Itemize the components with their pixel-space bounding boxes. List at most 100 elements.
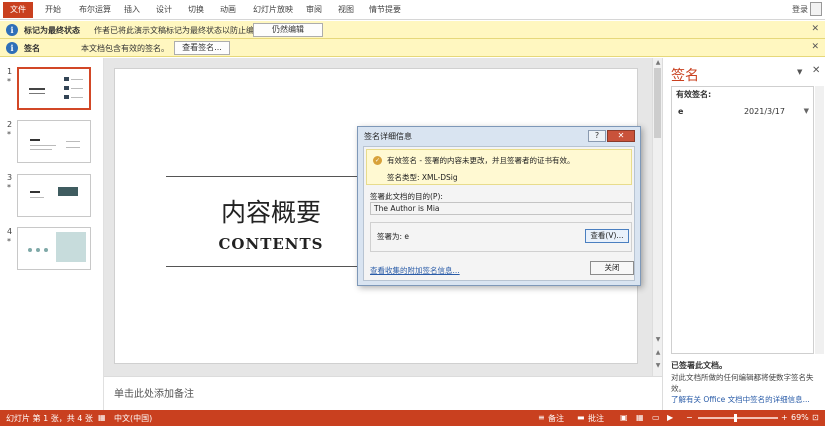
thumb-mini-dot [44,248,48,252]
slide-subtitle[interactable]: CONTENTS [166,235,376,253]
thumb-mini-line [30,145,56,146]
tab-file[interactable]: 文件 [3,2,33,18]
slideshow-icon[interactable]: ▶ [667,413,673,422]
tab-transitions[interactable]: 切换 [188,4,204,15]
reading-view-icon[interactable]: ▭ [652,413,660,422]
slide-thumbnail-2[interactable] [17,120,91,163]
fit-to-window-icon[interactable]: ⊡ [812,413,819,422]
dialog-title: 签名详细信息 [364,132,412,141]
signature-dropdown-icon[interactable]: ▼ [804,107,809,115]
signature-signer[interactable]: e [678,107,683,116]
thumb-mini-title [30,139,40,141]
close-icon[interactable]: ✕ [812,65,820,76]
thumb-mini-dot [36,248,40,252]
tab-animations[interactable]: 动画 [220,4,236,15]
thumb-mini-dot [28,248,32,252]
info-icon: i [6,42,18,54]
thumbnail-number: 2 [7,120,13,129]
view-certificate-button[interactable]: 查看(V)... [585,229,629,243]
tab-storyboard[interactable]: 情节提要 [369,4,401,15]
thumbnail-number: 4 [7,227,13,236]
signature-pane: 签名 ▼ ✕ 有效签名: e 2021/3/17 ▼ 已签署此文档。 对此文档所… [662,58,825,410]
chevron-down-icon[interactable]: ▼ [797,68,802,76]
zoom-out-icon[interactable]: − [686,413,693,422]
normal-view-icon[interactable]: ▣ [620,413,628,422]
help-button[interactable]: ? [588,130,606,142]
dialog-body: ✓ 有效签名 - 签署的内容未更改，并且签署者的证书有效。 签名类型: XML-… [363,146,635,281]
signature-details-dialog: 签名详细信息 ? ✕ ✓ 有效签名 - 签署的内容未更改，并且签署者的证书有效。… [357,126,641,286]
validity-banner: ✓ 有效签名 - 签署的内容未更改，并且签署者的证书有效。 签名类型: XML-… [366,149,632,185]
spellcheck-icon[interactable]: ▦ [98,413,106,422]
thumb-mini-title [29,88,45,90]
signer-label: 签署为: e [377,232,410,241]
signature-type: 签名类型: XML-DSig [387,173,458,182]
ribbon-tab-bar: 文件 开始 布尔运算 插入 设计 切换 动画 幻灯片放映 审阅 视图 情节提要 … [0,0,825,20]
signature-date[interactable]: 2021/3/17 [744,107,785,116]
tab-insert[interactable]: 插入 [124,4,140,15]
close-icon[interactable]: ✕ [811,24,819,34]
slide-thumbnail-pane: 1 * 2 * 3 * 4 * [0,58,104,410]
tab-design[interactable]: 设计 [156,4,172,15]
thumb-mini-line [30,197,44,198]
thumb-mini-icon [64,95,69,99]
tab-boolean[interactable]: 布尔运算 [79,4,111,15]
title-rule-top [166,176,376,177]
slide-scrollbar[interactable]: ▲ ▼ ▲ ▼ [652,58,662,376]
thumbnail-number: 3 [7,173,13,182]
signature-list-scrollbar[interactable] [815,86,824,354]
thumb-mini-line [71,97,83,98]
view-signatures-button[interactable]: 查看签名... [174,41,230,55]
thumb-mini-line [30,149,52,150]
zoom-slider[interactable] [698,417,778,419]
thumb-mini-line [71,79,83,80]
tab-slideshow[interactable]: 幻灯片放映 [253,4,293,15]
thumbnail-marker: * [7,130,11,139]
message-bar-text: 作者已将此演示文稿标记为最终状态以防止编辑。 [94,26,270,35]
language-status[interactable]: 中文(中国) [114,413,152,424]
notes-placeholder[interactable]: 单击此处添加备注 [114,385,194,400]
thumb-mini-title [30,191,40,193]
signed-document-note: 对此文档所做的任何编辑都将使数字签名失效。 [671,373,814,393]
scrollbar-thumb[interactable] [654,68,661,138]
slide-thumbnail-1[interactable] [17,67,91,110]
message-bar-signature: i 签名 本文档包含有效的签名。 查看签名... ✕ [0,39,825,57]
learn-more-link[interactable]: 了解有关 Office 文档中签名的详细信息... [671,394,810,405]
thumb-mini-icon [64,86,69,90]
slide-title[interactable]: 内容概要 [166,193,376,229]
signer-box: 签署为: e 查看(V)... [370,222,632,252]
info-icon: i [6,24,18,36]
notes-icon: ≡ [538,413,545,422]
login-link[interactable]: 登录 [792,4,808,15]
zoom-in-icon[interactable]: + [781,413,788,422]
message-bar-title: 签名 [24,44,40,53]
notes-toggle[interactable]: 备注 [548,413,564,424]
message-bar-text: 本文档包含有效的签名。 [81,44,169,53]
thumb-mini-line [66,141,80,142]
thumbnail-marker: * [7,237,11,246]
close-button[interactable]: 关闭 [590,261,634,275]
slide-sorter-icon[interactable]: ▦ [636,413,644,422]
status-bar: 幻灯片 第 1 张，共 4 张 ▦ 中文(中国) ≡ 备注 ▬ 批注 ▣ ▦ ▭… [0,410,825,426]
avatar[interactable] [810,2,822,16]
additional-info-link[interactable]: 查看收集的附加签名信息... [370,265,460,276]
signed-document-heading: 已签署此文档。 [671,361,727,370]
thumb-mini-line [71,88,83,89]
notes-pane[interactable]: 单击此处添加备注 [104,376,662,410]
edit-anyway-button[interactable]: 仍然编辑 [253,23,323,37]
valid-signature-icon: ✓ [373,156,382,165]
message-bar-final: i 标记为最终状态 作者已将此演示文稿标记为最终状态以防止编辑。 仍然编辑 ✕ [0,21,825,39]
thumbnail-number: 1 [7,67,13,76]
close-icon[interactable]: ✕ [811,42,819,52]
purpose-field[interactable]: The Author is Mia [370,202,632,215]
thumb-mini-subtitle [29,93,45,94]
dialog-close-button[interactable]: ✕ [607,130,635,142]
slide-thumbnail-3[interactable] [17,174,91,217]
tab-home[interactable]: 开始 [45,4,61,15]
zoom-level[interactable]: 69% [791,413,809,422]
thumb-mini-image [56,232,86,262]
tab-view[interactable]: 视图 [338,4,354,15]
comments-toggle[interactable]: 批注 [588,413,604,424]
slide-thumbnail-4[interactable] [17,227,91,270]
zoom-slider-handle[interactable] [734,414,737,422]
tab-review[interactable]: 审阅 [306,4,322,15]
